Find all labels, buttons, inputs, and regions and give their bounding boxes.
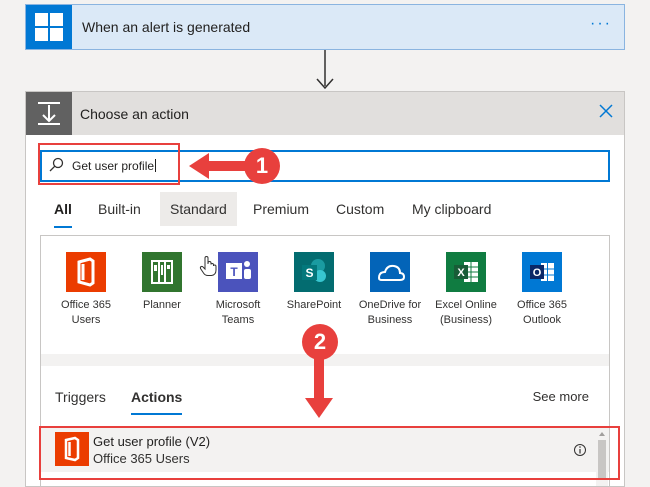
callout-2-arrow <box>305 350 333 418</box>
tutorial-annotations <box>38 143 620 480</box>
callout-2-number: 2 <box>313 329 327 354</box>
callout-1-number: 1 <box>255 153 269 178</box>
callout-1-arrow <box>189 153 250 179</box>
search-highlight-box <box>38 143 180 185</box>
result-highlight-box <box>39 426 620 480</box>
